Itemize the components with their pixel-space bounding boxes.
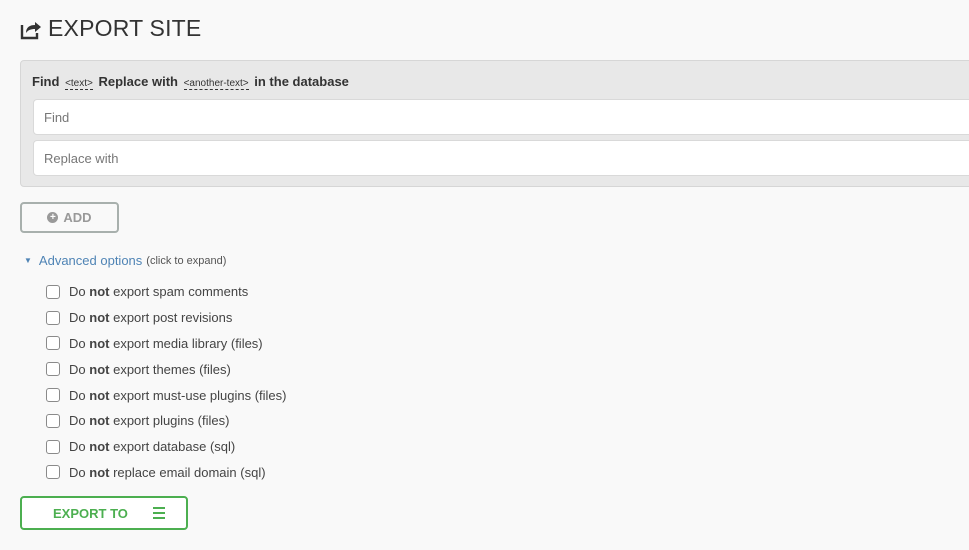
option-label: Do not export database (sql) [69,439,236,455]
option-label: Do not export media library (files) [69,335,263,351]
hamburger-menu-icon [153,507,165,522]
option-checkbox-row[interactable]: Do not export post revisions [46,305,287,331]
share-export-icon [20,21,41,39]
add-button-label: ADD [63,210,92,225]
option-label: Do not replace email domain (sql) [69,464,266,480]
heading-suffix: in the database [254,74,349,89]
find-input[interactable] [33,99,969,135]
checkbox[interactable] [46,336,60,351]
checkbox[interactable] [46,413,60,428]
checkbox[interactable] [46,310,60,325]
option-checkbox-row[interactable]: Do not export database (sql) [46,434,287,460]
option-checkbox-row[interactable]: Do not export must-use plugins (files) [46,382,287,408]
checkbox[interactable] [46,465,60,480]
option-checkbox-row[interactable]: Do not export media library (files) [46,331,287,357]
option-label: Do not export post revisions [69,310,233,326]
plus-circle-icon: + [47,212,59,223]
add-button[interactable]: + ADD [20,202,119,233]
find-replace-panel: Find <text> Replace with <another-text> … [20,60,969,187]
option-label: Do not export must-use plugins (files) [69,387,287,403]
checkbox[interactable] [46,439,60,454]
heading-find: Find [32,74,60,89]
triangle-down-icon: ▼ [24,256,32,265]
option-label: Do not export spam comments [69,284,249,300]
another-text-tag: <another-text> [183,78,249,90]
option-label: Do not export plugins (files) [69,413,230,429]
option-checkbox-row[interactable]: Do not export themes (files) [46,356,287,382]
advanced-options-hint: (click to expand) [146,254,227,267]
heading-replace: Replace with [98,74,178,89]
export-to-label: EXPORT TO [53,505,128,521]
option-label: Do not export themes (files) [69,361,231,377]
option-checkbox-row[interactable]: Do not export plugins (files) [46,408,287,434]
advanced-options-link[interactable]: Advanced options [39,253,142,268]
checkbox[interactable] [46,388,60,403]
option-checkbox-row[interactable]: Do not export spam comments [46,279,287,305]
checkbox[interactable] [46,284,60,299]
advanced-options-list: Do not export spam comments Do not export… [46,279,287,485]
page-title: EXPORT SITE [20,15,201,42]
option-checkbox-row[interactable]: Do not replace email domain (sql) [46,460,287,486]
text-tag: <text> [65,78,93,90]
export-to-button[interactable]: EXPORT TO [20,496,188,530]
page-title-text: EXPORT SITE [48,15,202,41]
advanced-options-toggle[interactable]: ▼ Advanced options (click to expand) [24,253,226,268]
checkbox[interactable] [46,362,60,377]
find-replace-heading: Find <text> Replace with <another-text> … [32,74,349,90]
replace-with-input[interactable] [33,140,969,176]
